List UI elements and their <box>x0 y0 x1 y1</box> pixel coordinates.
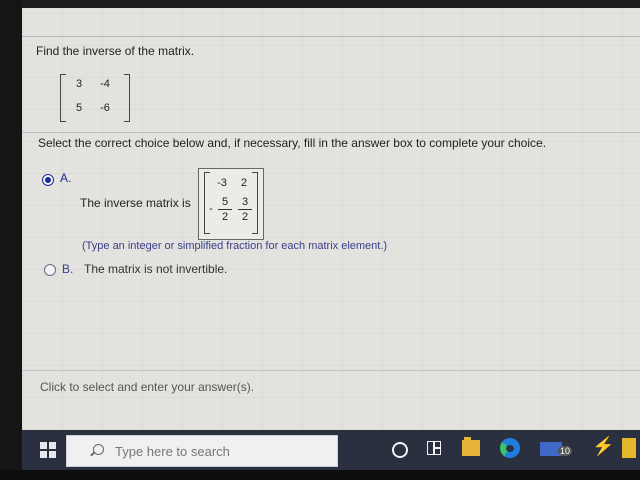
matrix-cell: 5 <box>75 102 83 114</box>
app-icon[interactable] <box>622 438 636 458</box>
windows-taskbar: Type here to search 10 ⚡ <box>22 430 640 470</box>
left-bracket <box>60 74 66 122</box>
matrix-cell: -6 <box>100 102 110 114</box>
section-divider <box>22 132 640 133</box>
fraction-numerator: 5 <box>221 196 229 208</box>
given-matrix: 3 -4 5 -6 <box>60 74 130 122</box>
cortana-icon[interactable] <box>392 442 408 458</box>
footer-instruction: Click to select and enter your answer(s)… <box>40 380 255 394</box>
instruction-text: Select the correct choice below and, if … <box>38 136 547 150</box>
monitor-bezel-left <box>0 0 22 480</box>
question-screen: Find the inverse of the matrix. 3 -4 5 -… <box>22 8 640 430</box>
answer-matrix[interactable]: -3 2 - 5 2 3 2 <box>204 172 258 234</box>
edge-browser-icon[interactable] <box>500 438 520 458</box>
fraction-denominator: 2 <box>241 211 249 223</box>
answer-cell-r1c1[interactable]: -3 <box>212 177 232 189</box>
fraction-numerator: 3 <box>241 196 249 208</box>
footer-divider <box>22 370 640 371</box>
matrix-cell: 3 <box>75 78 83 90</box>
task-view-icon[interactable] <box>427 441 441 455</box>
search-icon <box>93 444 104 455</box>
minus-sign: - <box>209 203 213 215</box>
fraction-bar <box>238 209 252 210</box>
monitor-bezel-top <box>0 0 640 8</box>
fraction-bar <box>218 209 232 210</box>
inverse-matrix-label: The inverse matrix is <box>80 196 191 210</box>
taskbar-search-box[interactable]: Type here to search <box>66 435 338 467</box>
option-a-radio[interactable] <box>42 174 54 186</box>
question-text: Find the inverse of the matrix. <box>36 44 195 58</box>
option-a-letter[interactable]: A. <box>60 171 71 185</box>
answer-cell-r1c2[interactable]: 2 <box>234 177 254 189</box>
matrix-cell: -4 <box>100 78 110 90</box>
option-b-text[interactable]: The matrix is not invertible. <box>84 262 227 276</box>
lightning-app-icon[interactable]: ⚡ <box>592 436 614 457</box>
windows-start-icon[interactable] <box>40 442 56 458</box>
option-b-radio[interactable] <box>44 264 56 276</box>
fraction-denominator: 2 <box>221 211 229 223</box>
right-bracket <box>124 74 130 122</box>
mail-badge: 10 <box>558 446 573 456</box>
answer-cell-r2c1[interactable]: 5 2 <box>218 196 232 223</box>
monitor-bezel-bottom <box>0 470 640 480</box>
option-b-letter[interactable]: B. <box>62 262 73 276</box>
file-explorer-icon[interactable] <box>462 437 480 456</box>
header-divider <box>22 36 640 37</box>
answer-hint: (Type an integer or simplified fraction … <box>82 240 388 252</box>
answer-cell-r2c2[interactable]: 3 2 <box>238 196 252 223</box>
search-placeholder: Type here to search <box>115 444 230 459</box>
